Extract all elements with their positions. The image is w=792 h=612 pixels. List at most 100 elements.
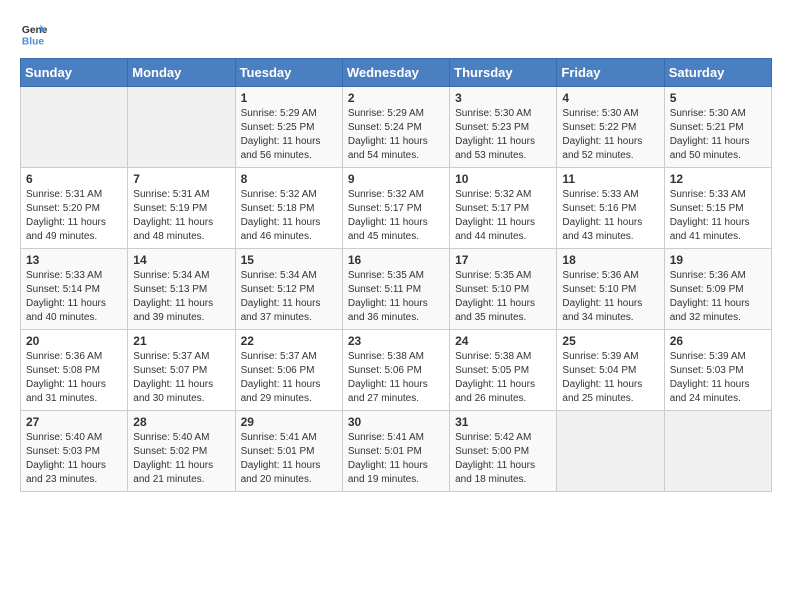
sunset-text: Sunset: 5:11 PM — [348, 284, 421, 295]
day-number: 19 — [670, 253, 766, 267]
cell-content: Sunrise: 5:31 AM Sunset: 5:19 PM Dayligh… — [133, 188, 229, 244]
daylight-text: Daylight: 11 hours and 25 minutes. — [562, 379, 642, 404]
day-number: 4 — [562, 91, 658, 105]
day-number: 24 — [455, 334, 551, 348]
cell-content: Sunrise: 5:34 AM Sunset: 5:13 PM Dayligh… — [133, 269, 229, 325]
sunrise-text: Sunrise: 5:37 AM — [241, 351, 317, 362]
calendar-cell: 7 Sunrise: 5:31 AM Sunset: 5:19 PM Dayli… — [128, 168, 235, 249]
cell-content: Sunrise: 5:40 AM Sunset: 5:02 PM Dayligh… — [133, 431, 229, 487]
day-header-sunday: Sunday — [21, 59, 128, 87]
sunset-text: Sunset: 5:03 PM — [670, 365, 744, 376]
calendar-week-5: 27 Sunrise: 5:40 AM Sunset: 5:03 PM Dayl… — [21, 411, 772, 492]
cell-content: Sunrise: 5:37 AM Sunset: 5:07 PM Dayligh… — [133, 350, 229, 406]
calendar-cell: 2 Sunrise: 5:29 AM Sunset: 5:24 PM Dayli… — [342, 87, 449, 168]
day-number: 11 — [562, 172, 658, 186]
sunrise-text: Sunrise: 5:31 AM — [26, 189, 102, 200]
day-number: 21 — [133, 334, 229, 348]
sunset-text: Sunset: 5:12 PM — [241, 284, 315, 295]
sunrise-text: Sunrise: 5:38 AM — [348, 351, 424, 362]
calendar-cell: 26 Sunrise: 5:39 AM Sunset: 5:03 PM Dayl… — [664, 330, 771, 411]
day-number: 2 — [348, 91, 444, 105]
sunrise-text: Sunrise: 5:35 AM — [455, 270, 531, 281]
sunset-text: Sunset: 5:16 PM — [562, 203, 636, 214]
sunrise-text: Sunrise: 5:32 AM — [348, 189, 424, 200]
daylight-text: Daylight: 11 hours and 44 minutes. — [455, 217, 535, 242]
sunrise-text: Sunrise: 5:33 AM — [26, 270, 102, 281]
calendar-cell: 30 Sunrise: 5:41 AM Sunset: 5:01 PM Dayl… — [342, 411, 449, 492]
cell-content: Sunrise: 5:31 AM Sunset: 5:20 PM Dayligh… — [26, 188, 122, 244]
calendar-cell: 17 Sunrise: 5:35 AM Sunset: 5:10 PM Dayl… — [450, 249, 557, 330]
logo-icon: General Blue — [20, 20, 48, 48]
daylight-text: Daylight: 11 hours and 31 minutes. — [26, 379, 106, 404]
cell-content: Sunrise: 5:38 AM Sunset: 5:05 PM Dayligh… — [455, 350, 551, 406]
daylight-text: Daylight: 11 hours and 43 minutes. — [562, 217, 642, 242]
sunrise-text: Sunrise: 5:33 AM — [670, 189, 746, 200]
daylight-text: Daylight: 11 hours and 29 minutes. — [241, 379, 321, 404]
calendar-cell: 14 Sunrise: 5:34 AM Sunset: 5:13 PM Dayl… — [128, 249, 235, 330]
sunset-text: Sunset: 5:19 PM — [133, 203, 207, 214]
cell-content: Sunrise: 5:41 AM Sunset: 5:01 PM Dayligh… — [348, 431, 444, 487]
day-number: 22 — [241, 334, 337, 348]
cell-content: Sunrise: 5:42 AM Sunset: 5:00 PM Dayligh… — [455, 431, 551, 487]
sunset-text: Sunset: 5:03 PM — [26, 446, 100, 457]
sunrise-text: Sunrise: 5:33 AM — [562, 189, 638, 200]
calendar-cell: 22 Sunrise: 5:37 AM Sunset: 5:06 PM Dayl… — [235, 330, 342, 411]
day-number: 25 — [562, 334, 658, 348]
calendar-cell: 24 Sunrise: 5:38 AM Sunset: 5:05 PM Dayl… — [450, 330, 557, 411]
cell-content: Sunrise: 5:40 AM Sunset: 5:03 PM Dayligh… — [26, 431, 122, 487]
daylight-text: Daylight: 11 hours and 23 minutes. — [26, 460, 106, 485]
cell-content: Sunrise: 5:32 AM Sunset: 5:17 PM Dayligh… — [455, 188, 551, 244]
calendar-cell: 1 Sunrise: 5:29 AM Sunset: 5:25 PM Dayli… — [235, 87, 342, 168]
calendar-cell: 9 Sunrise: 5:32 AM Sunset: 5:17 PM Dayli… — [342, 168, 449, 249]
page-header: General Blue — [20, 20, 772, 48]
sunset-text: Sunset: 5:14 PM — [26, 284, 100, 295]
cell-content: Sunrise: 5:33 AM Sunset: 5:15 PM Dayligh… — [670, 188, 766, 244]
day-header-tuesday: Tuesday — [235, 59, 342, 87]
sunrise-text: Sunrise: 5:41 AM — [241, 432, 317, 443]
sunrise-text: Sunrise: 5:32 AM — [455, 189, 531, 200]
sunset-text: Sunset: 5:08 PM — [26, 365, 100, 376]
sunset-text: Sunset: 5:09 PM — [670, 284, 744, 295]
calendar-cell: 21 Sunrise: 5:37 AM Sunset: 5:07 PM Dayl… — [128, 330, 235, 411]
calendar-cell: 13 Sunrise: 5:33 AM Sunset: 5:14 PM Dayl… — [21, 249, 128, 330]
sunset-text: Sunset: 5:00 PM — [455, 446, 529, 457]
cell-content: Sunrise: 5:29 AM Sunset: 5:25 PM Dayligh… — [241, 107, 337, 163]
day-header-friday: Friday — [557, 59, 664, 87]
daylight-text: Daylight: 11 hours and 37 minutes. — [241, 298, 321, 323]
cell-content: Sunrise: 5:36 AM Sunset: 5:10 PM Dayligh… — [562, 269, 658, 325]
cell-content: Sunrise: 5:30 AM Sunset: 5:22 PM Dayligh… — [562, 107, 658, 163]
calendar-cell: 16 Sunrise: 5:35 AM Sunset: 5:11 PM Dayl… — [342, 249, 449, 330]
sunrise-text: Sunrise: 5:38 AM — [455, 351, 531, 362]
calendar-cell: 31 Sunrise: 5:42 AM Sunset: 5:00 PM Dayl… — [450, 411, 557, 492]
sunset-text: Sunset: 5:13 PM — [133, 284, 207, 295]
day-number: 10 — [455, 172, 551, 186]
sunrise-text: Sunrise: 5:29 AM — [348, 108, 424, 119]
daylight-text: Daylight: 11 hours and 39 minutes. — [133, 298, 213, 323]
day-number: 5 — [670, 91, 766, 105]
daylight-text: Daylight: 11 hours and 54 minutes. — [348, 136, 428, 161]
sunset-text: Sunset: 5:07 PM — [133, 365, 207, 376]
day-number: 9 — [348, 172, 444, 186]
sunset-text: Sunset: 5:01 PM — [241, 446, 315, 457]
calendar-cell: 29 Sunrise: 5:41 AM Sunset: 5:01 PM Dayl… — [235, 411, 342, 492]
daylight-text: Daylight: 11 hours and 46 minutes. — [241, 217, 321, 242]
calendar-cell: 8 Sunrise: 5:32 AM Sunset: 5:18 PM Dayli… — [235, 168, 342, 249]
calendar-cell — [557, 411, 664, 492]
sunrise-text: Sunrise: 5:30 AM — [562, 108, 638, 119]
daylight-text: Daylight: 11 hours and 34 minutes. — [562, 298, 642, 323]
sunset-text: Sunset: 5:01 PM — [348, 446, 422, 457]
sunrise-text: Sunrise: 5:40 AM — [26, 432, 102, 443]
calendar-cell — [664, 411, 771, 492]
cell-content: Sunrise: 5:30 AM Sunset: 5:21 PM Dayligh… — [670, 107, 766, 163]
daylight-text: Daylight: 11 hours and 21 minutes. — [133, 460, 213, 485]
calendar-cell: 12 Sunrise: 5:33 AM Sunset: 5:15 PM Dayl… — [664, 168, 771, 249]
sunset-text: Sunset: 5:25 PM — [241, 122, 315, 133]
sunrise-text: Sunrise: 5:36 AM — [26, 351, 102, 362]
cell-content: Sunrise: 5:38 AM Sunset: 5:06 PM Dayligh… — [348, 350, 444, 406]
daylight-text: Daylight: 11 hours and 36 minutes. — [348, 298, 428, 323]
cell-content: Sunrise: 5:35 AM Sunset: 5:10 PM Dayligh… — [455, 269, 551, 325]
sunset-text: Sunset: 5:10 PM — [455, 284, 529, 295]
day-number: 1 — [241, 91, 337, 105]
day-number: 13 — [26, 253, 122, 267]
calendar-cell: 5 Sunrise: 5:30 AM Sunset: 5:21 PM Dayli… — [664, 87, 771, 168]
